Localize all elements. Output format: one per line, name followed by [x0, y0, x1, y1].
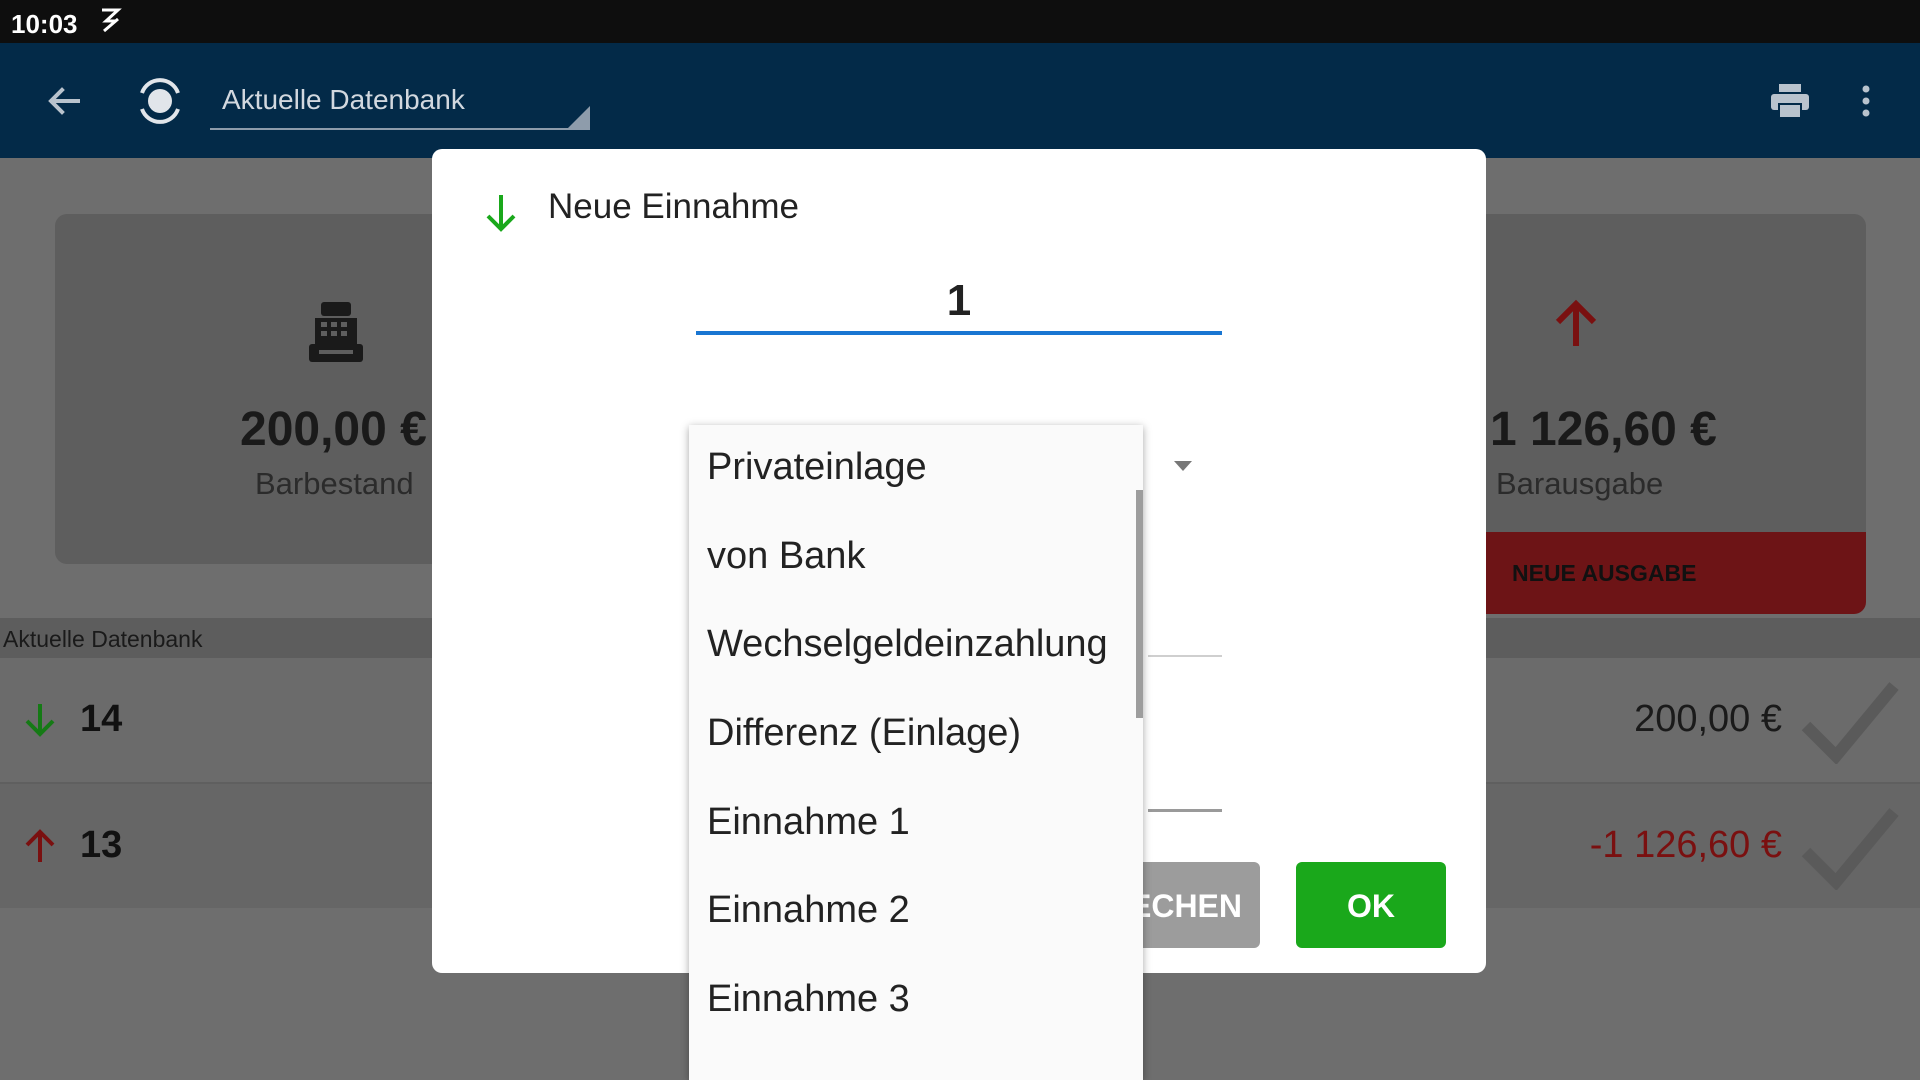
dropdown-item[interactable]: Einnahme 3 [707, 978, 910, 1021]
transaction-amount: 200,00 € [1634, 698, 1782, 740]
dropdown-item[interactable]: von Bank [707, 535, 865, 578]
more-options-icon[interactable] [1854, 81, 1878, 121]
cash-balance-amount: 200,00 € [240, 403, 427, 456]
back-arrow-icon[interactable] [44, 81, 84, 121]
database-icon [140, 78, 180, 124]
cash-expense-amount: 1 126,60 € [1490, 403, 1717, 456]
arrow-down-icon [25, 704, 55, 737]
arrow-up-icon [25, 829, 55, 862]
dropdown-item[interactable]: Einnahme 2 [707, 889, 910, 932]
dropdown-caret-icon[interactable] [1174, 461, 1192, 473]
app-bar: Aktuelle Datenbank [0, 43, 1920, 158]
spinner-corner-icon [568, 106, 590, 128]
new-expense-button[interactable]: NEUE AUSGABE [1440, 532, 1866, 614]
field-underline [1148, 809, 1222, 812]
database-spinner-label: Aktuelle Datenbank [222, 84, 465, 115]
list-section-title: Aktuelle Datenbank [3, 626, 203, 652]
cash-register-icon [309, 302, 363, 362]
dropdown-scrollbar[interactable] [1136, 490, 1143, 718]
database-spinner[interactable]: Aktuelle Datenbank [210, 78, 590, 130]
transaction-number: 13 [80, 824, 123, 866]
dropdown-item[interactable]: Einnahme 1 [707, 801, 910, 844]
dialog-title: Neue Einnahme [548, 187, 799, 226]
transaction-number: 14 [80, 698, 123, 740]
cancel-label: ECHEN [1129, 888, 1242, 924]
arrow-up-icon [1555, 299, 1597, 346]
status-time: 10:03 [11, 9, 78, 39]
dropdown-item[interactable]: Differenz (Einlage) [707, 712, 1021, 755]
amount-input[interactable]: 1 [696, 273, 1222, 335]
ok-label: OK [1347, 888, 1395, 924]
status-bar: 10:03 [0, 0, 1920, 43]
cash-balance-caption: Barbestand [255, 466, 414, 501]
cash-expense-card: 1 126,60 € Barausgabe NEUE AUSGABE [1440, 214, 1866, 614]
notification-icon [102, 8, 122, 33]
ok-button[interactable]: OK [1296, 862, 1446, 948]
category-dropdown-list[interactable]: Privateinlage von Bank Wechselgeldeinzah… [689, 425, 1143, 1080]
arrow-down-icon [486, 195, 516, 232]
dropdown-item[interactable]: Privateinlage [707, 446, 927, 489]
transaction-amount: -1 126,60 € [1589, 824, 1782, 866]
checkmark-icon [1801, 682, 1899, 764]
dropdown-item[interactable]: Wechselgeldeinzahlung [707, 623, 1108, 666]
print-icon[interactable] [1770, 83, 1810, 119]
checkmark-icon [1801, 808, 1899, 890]
cash-expense-caption: Barausgabe [1496, 466, 1664, 501]
field-underline [1148, 655, 1222, 657]
new-expense-label: NEUE AUSGABE [1512, 560, 1697, 586]
